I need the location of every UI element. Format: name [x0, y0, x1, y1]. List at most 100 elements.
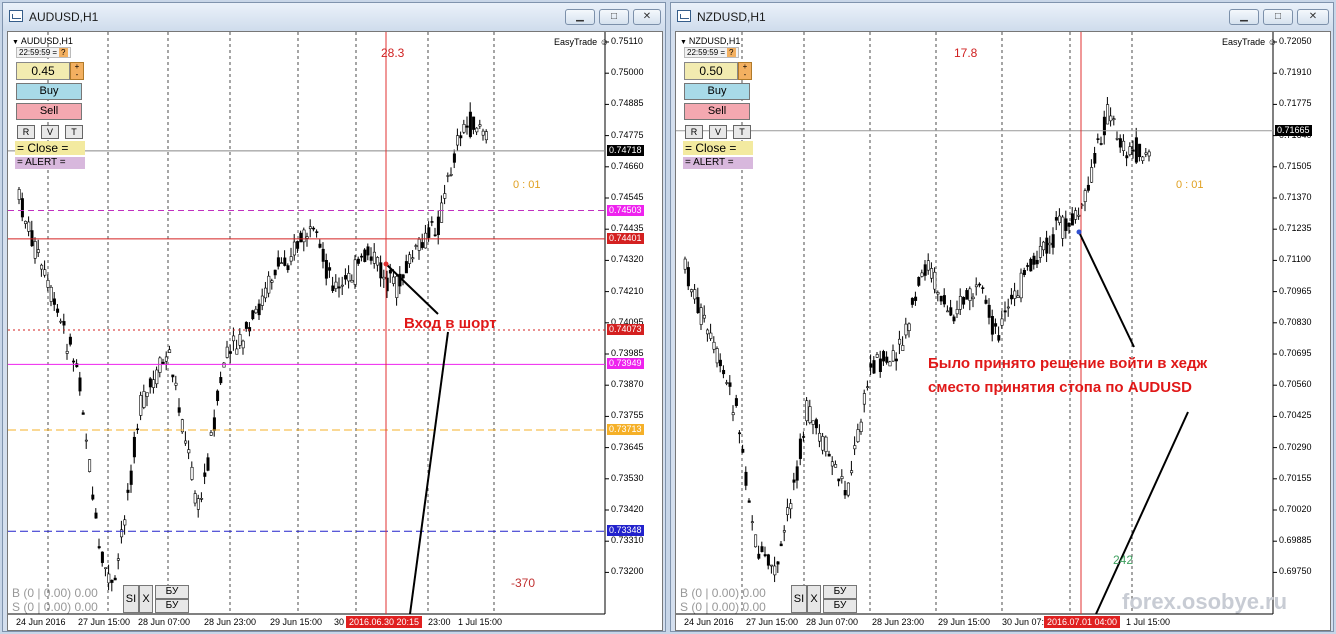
breakeven-buy-button[interactable]: БУ [823, 585, 857, 599]
hedge-annotation-line2: сместо принятия стопа по AUDUSD [928, 379, 1192, 396]
alert-button[interactable]: = ALERT = [683, 157, 753, 169]
candle-body [110, 579, 114, 583]
y-tick-label: 0.73985 [611, 348, 644, 358]
si-button[interactable]: SI [791, 585, 807, 613]
breakeven-sell-button[interactable]: БУ [155, 599, 189, 613]
candle-body [62, 321, 66, 326]
chart-window-icon [9, 10, 23, 22]
t-button[interactable]: T [65, 125, 83, 139]
minimize-button[interactable]: ▁ [1229, 9, 1259, 25]
candle-body [139, 395, 143, 416]
candle-body [754, 534, 758, 548]
close-window-button[interactable]: ✕ [633, 9, 661, 25]
price-chart[interactable]: NZDUSD,H1 22:59:59 =? EasyTrade ☺ 0.50 +… [675, 31, 1331, 631]
candle-body [417, 238, 421, 251]
maximize-button[interactable]: □ [599, 9, 629, 25]
candle-body [456, 135, 460, 146]
candle-body [289, 256, 293, 262]
candle-body [241, 340, 245, 349]
candle-body [946, 310, 950, 313]
candle-body [878, 358, 882, 373]
lot-stepper[interactable]: + - [738, 62, 752, 80]
title-bar[interactable]: AUDUSD,H1 ▁ □ ✕ [3, 3, 665, 31]
price-chart[interactable]: AUDUSD,H1 22:59:59 =? EasyTrade ☺ 0.45 +… [7, 31, 663, 631]
candle-body [328, 267, 332, 271]
price-level-label: 0.74718 [607, 144, 644, 156]
candle-body [1077, 214, 1081, 217]
candle-body [49, 286, 53, 302]
lot-size-input[interactable]: 0.45 [16, 62, 70, 80]
lot-size-input[interactable]: 0.50 [684, 62, 738, 80]
candle-body [312, 227, 316, 230]
candle-body [382, 276, 386, 280]
candle-body [331, 285, 335, 291]
y-tick-label: 0.71100 [1279, 254, 1311, 265]
sell-summary: S (0 | 0.00) 0.00 [680, 600, 766, 614]
candle-body [776, 561, 780, 565]
candle-body [926, 260, 930, 271]
x-button[interactable]: X [139, 585, 153, 613]
window-title: AUDUSD,H1 [29, 10, 99, 24]
maximize-button[interactable]: □ [1263, 9, 1293, 25]
buy-button[interactable]: Buy [16, 83, 82, 100]
y-tick-label: 0.74210 [611, 285, 644, 296]
candle-body [267, 275, 271, 294]
candle-body [712, 341, 716, 350]
sell-button[interactable]: Sell [16, 103, 82, 120]
candle-body [315, 231, 319, 233]
candle-body [443, 193, 447, 199]
t-button[interactable]: T [733, 125, 751, 139]
y-tick-label: 0.71235 [1279, 223, 1312, 234]
candle-body [1086, 184, 1090, 191]
candle-body [244, 322, 248, 329]
close-window-button[interactable]: ✕ [1297, 9, 1329, 25]
close-all-button[interactable]: = Close = [15, 141, 85, 155]
v-button[interactable]: V [41, 125, 59, 139]
candle-body [1131, 149, 1135, 152]
r-button[interactable]: R [685, 125, 703, 139]
candle-body [891, 350, 895, 362]
breakeven-buy-button[interactable]: БУ [155, 585, 189, 599]
lot-stepper[interactable]: + - [70, 62, 84, 80]
candle-body [264, 287, 268, 299]
candle-body [270, 280, 274, 283]
price-level-label: 0.74503 [607, 204, 644, 216]
si-button[interactable]: SI [123, 585, 139, 613]
candle-body [1096, 138, 1100, 140]
y-tick-label: 0.70830 [1279, 316, 1312, 327]
candle-body [100, 551, 104, 563]
candle-body [923, 264, 927, 276]
candle-body [802, 436, 806, 438]
x-button[interactable]: X [807, 585, 821, 613]
candle-body [984, 299, 988, 304]
candle-body [1051, 234, 1055, 248]
alert-button[interactable]: = ALERT = [15, 157, 85, 169]
r-button[interactable]: R [17, 125, 35, 139]
candle-body [1093, 153, 1097, 164]
candle-body [81, 412, 85, 415]
candle-body [190, 466, 194, 480]
buy-button[interactable]: Buy [684, 83, 750, 100]
candle-body [971, 296, 975, 300]
v-button[interactable]: V [709, 125, 727, 139]
candle-body [741, 448, 745, 453]
minimize-button[interactable]: ▁ [565, 9, 595, 25]
audusd-window[interactable]: AUDUSD,H1 ▁ □ ✕ AUDUSD,H1 22:59:59 =? Ea… [2, 2, 666, 632]
close-all-button[interactable]: = Close = [683, 141, 753, 155]
candle-body [744, 471, 748, 486]
title-bar[interactable]: NZDUSD,H1 ▁ □ ✕ [671, 3, 1333, 31]
candle-body [273, 269, 277, 276]
annotation-arrow [409, 331, 449, 615]
candle-body [1029, 258, 1033, 272]
nzdusd-window[interactable]: NZDUSD,H1 ▁ □ ✕ NZDUSD,H1 22:59:59 =? Ea… [670, 2, 1334, 632]
sell-button[interactable]: Sell [684, 103, 750, 120]
candle-body [1141, 156, 1145, 161]
candle-body [840, 476, 844, 479]
points-label: 242 [1113, 553, 1134, 567]
candle-body [200, 498, 204, 500]
candle-body [104, 567, 108, 570]
x-tick-label: 27 Jun 15:00 [78, 617, 131, 627]
candle-body [257, 303, 261, 316]
candle-body [1144, 152, 1148, 155]
breakeven-sell-button[interactable]: БУ [823, 599, 857, 613]
